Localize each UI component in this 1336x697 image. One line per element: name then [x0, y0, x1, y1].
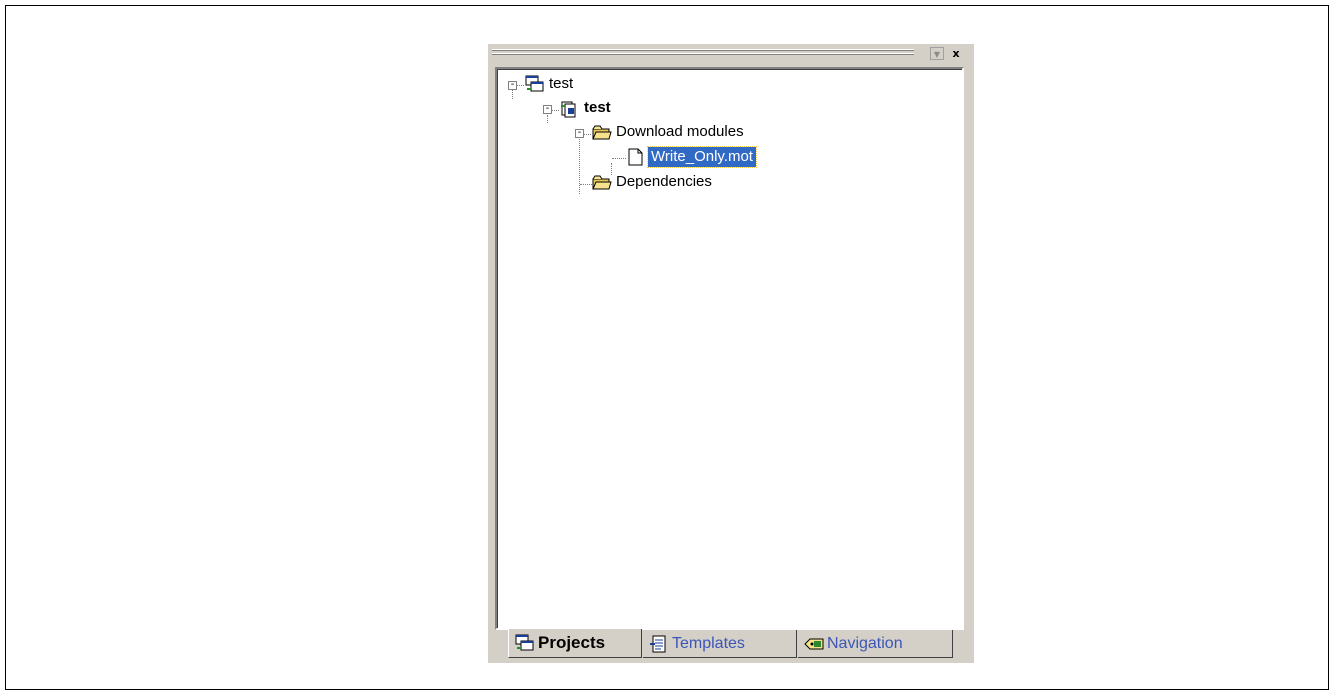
panel-title-bar[interactable]: ▼ x — [488, 44, 974, 68]
tree-node-download-modules[interactable]: Download modules — [616, 122, 744, 142]
tree-connector — [612, 158, 626, 160]
collapse-toggle[interactable]: - — [575, 128, 584, 138]
workspace-panel: ▼ x - test - test - Download modules Wri… — [488, 44, 974, 663]
tree-connector — [516, 85, 524, 87]
tree-node-write-only-mot[interactable]: Write_Only.mot — [647, 146, 757, 168]
tree-node-dependencies[interactable]: Dependencies — [616, 172, 712, 192]
file-icon — [628, 148, 643, 166]
tab-projects-label: Projects — [538, 633, 606, 652]
tree-node-workspace[interactable]: test — [549, 74, 573, 94]
project-icon — [561, 101, 576, 118]
tree-connector — [547, 115, 549, 123]
drag-grip[interactable] — [492, 48, 914, 58]
projects-icon — [515, 634, 534, 651]
navigation-icon — [804, 638, 824, 649]
tab-strip: Projects Templates Navigation — [488, 629, 974, 663]
workspace-icon — [525, 75, 544, 92]
tree-connector — [551, 110, 559, 112]
collapse-toggle[interactable]: - — [508, 80, 517, 90]
close-icon[interactable]: x — [949, 47, 963, 60]
tree-connector — [512, 90, 514, 99]
tree-connector — [580, 184, 592, 186]
project-tree[interactable]: - test - test - Download modules Write_O… — [495, 67, 964, 630]
tab-templates-label: Templates — [672, 634, 745, 652]
folder-icon — [592, 175, 612, 190]
collapse-toggle[interactable]: - — [543, 104, 552, 114]
tab-navigation-label: Navigation — [827, 634, 903, 652]
folder-icon — [592, 125, 612, 140]
templates-icon — [650, 635, 666, 652]
tab-projects[interactable]: Projects — [508, 629, 642, 658]
tab-templates[interactable]: Templates — [643, 630, 797, 658]
chevron-down-icon[interactable]: ▼ — [930, 47, 944, 60]
tree-node-project[interactable]: test — [584, 98, 611, 118]
tab-navigation[interactable]: Navigation — [798, 630, 953, 658]
tree-connector — [583, 134, 591, 136]
